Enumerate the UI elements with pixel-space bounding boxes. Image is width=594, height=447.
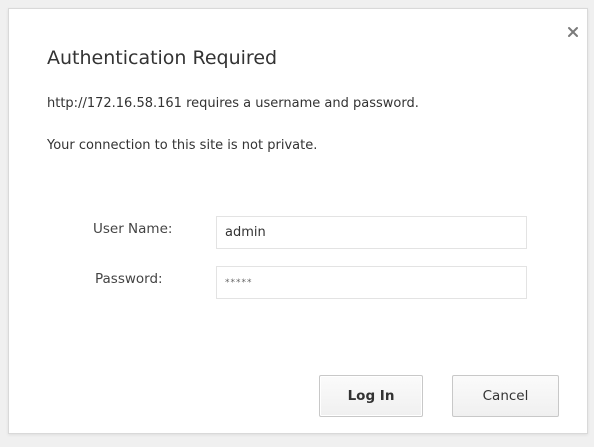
password-label: Password: bbox=[95, 271, 163, 287]
username-label: User Name: bbox=[93, 221, 173, 237]
password-input[interactable] bbox=[216, 266, 527, 299]
connection-warning: Your connection to this site is not priv… bbox=[47, 138, 318, 153]
login-button[interactable]: Log In bbox=[319, 375, 423, 417]
dialog-title: Authentication Required bbox=[47, 47, 278, 69]
auth-host-message: http://172.16.58.161 requires a username… bbox=[47, 96, 419, 111]
username-input[interactable] bbox=[216, 216, 527, 249]
close-icon[interactable] bbox=[566, 25, 580, 39]
auth-dialog: Authentication Required http://172.16.58… bbox=[8, 8, 588, 434]
cancel-button[interactable]: Cancel bbox=[452, 375, 559, 417]
